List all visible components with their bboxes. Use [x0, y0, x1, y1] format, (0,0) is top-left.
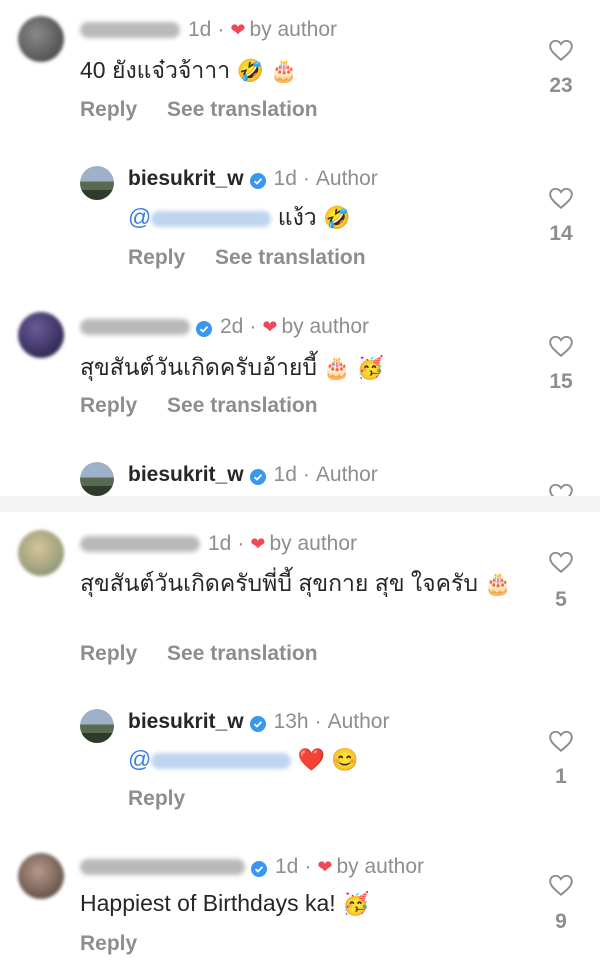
comment-text: สุขสันต์วันเกิดครับพี่บี้ สุขกาย สุข ใจค… [80, 570, 512, 596]
like-count: 5 [555, 588, 567, 611]
like-count: 23 [549, 74, 573, 97]
reply-button[interactable]: Reply [80, 932, 137, 955]
comment-meta: biesukrit_w 13h · Author [128, 710, 390, 734]
like-count: 15 [549, 370, 573, 393]
like-count: 14 [549, 222, 573, 245]
comment-actions: Reply [128, 787, 209, 811]
reply-button[interactable]: Reply [80, 642, 137, 665]
see-translation-button[interactable]: See translation [215, 246, 366, 269]
comment-actions: Reply See translation [80, 394, 342, 418]
comment-text: 40 ยังแจ๋วจ้าาา 🤣 🎂 [80, 57, 298, 83]
mention[interactable]: @ [128, 746, 292, 772]
liked-by-author-badge: by author [249, 18, 338, 41]
comment-meta: 1d · ❤ by author [80, 18, 337, 42]
heart-outline-icon [549, 39, 573, 62]
username[interactable]: biesukrit_w [128, 167, 244, 191]
comment-meta: 2d · ❤ by author [80, 315, 369, 339]
heart-icon: ❤ [250, 533, 266, 554]
mention[interactable]: @ [128, 204, 272, 230]
like-button[interactable] [546, 873, 576, 902]
comment-meta: biesukrit_w 1d · Author [128, 463, 378, 487]
timestamp: 1d [208, 532, 232, 555]
like-count: 1 [555, 765, 567, 788]
see-translation-button[interactable]: See translation [167, 98, 318, 121]
liked-by-author-badge: by author [336, 855, 425, 878]
like-count: 9 [555, 910, 567, 933]
timestamp: 1d [273, 167, 297, 190]
blurred-username[interactable] [80, 859, 245, 875]
like-button[interactable] [546, 334, 576, 363]
timestamp: 2d [220, 315, 244, 338]
timestamp: 1d [275, 855, 299, 878]
reply-button[interactable]: Reply [80, 98, 137, 121]
blurred-username[interactable] [80, 536, 200, 552]
comment-actions: Reply [80, 932, 161, 956]
heart-outline-icon [549, 187, 573, 210]
comment-meta: 1d · ❤ by author [80, 532, 357, 556]
blurred-username[interactable] [80, 22, 180, 38]
like-button[interactable] [546, 550, 576, 579]
comment-text: สุขสันต์วันเกิดครับอ้ายบี้ 🎂 🥳 [80, 354, 385, 380]
avatar[interactable] [80, 709, 114, 743]
username[interactable]: biesukrit_w [128, 710, 244, 734]
timestamp: 13h [273, 710, 309, 733]
username[interactable]: biesukrit_w [128, 463, 244, 487]
heart-outline-icon [549, 551, 573, 574]
verified-badge-icon [249, 171, 266, 189]
timestamp: 1d [188, 18, 212, 41]
see-translation-button[interactable]: See translation [167, 642, 318, 665]
heart-icon: ❤ [317, 856, 333, 877]
heart-outline-icon [549, 874, 573, 897]
verified-badge-icon [251, 859, 267, 877]
comment-actions: Reply See translation [80, 98, 342, 122]
liked-by-author-badge: by author [269, 532, 358, 555]
heart-icon: ❤ [262, 316, 278, 337]
liked-by-author-badge: by author [281, 315, 370, 338]
like-button[interactable] [546, 38, 576, 67]
author-label: Author [327, 710, 390, 733]
reply-button[interactable]: Reply [128, 787, 185, 810]
comment-text: @ แง้ว 🤣 [128, 204, 351, 230]
verified-badge-icon [249, 714, 266, 732]
avatar[interactable] [18, 853, 64, 899]
avatar[interactable] [18, 312, 64, 358]
reply-button[interactable]: Reply [128, 246, 185, 269]
avatar[interactable] [18, 530, 64, 576]
comment-actions: Reply See translation [80, 642, 342, 666]
like-button[interactable] [546, 186, 576, 215]
screenshot-divider [0, 496, 600, 512]
comment-actions: Reply See translation [128, 246, 390, 270]
avatar[interactable] [80, 166, 114, 200]
author-label: Author [315, 167, 378, 190]
timestamp: 1d [273, 463, 297, 486]
avatar[interactable] [18, 16, 64, 62]
verified-badge-icon [196, 319, 212, 337]
see-translation-button[interactable]: See translation [167, 394, 318, 417]
reply-button[interactable]: Reply [80, 394, 137, 417]
blurred-username[interactable] [80, 319, 190, 335]
author-label: Author [315, 463, 378, 486]
verified-badge-icon [249, 467, 266, 485]
comment-meta: biesukrit_w 1d · Author [128, 167, 378, 191]
avatar[interactable] [80, 462, 114, 496]
heart-outline-icon [549, 335, 573, 358]
comment-text: Happiest of Birthdays ka! 🥳 [80, 890, 370, 916]
heart-outline-icon [549, 730, 573, 753]
like-button[interactable] [546, 729, 576, 758]
heart-icon: ❤ [230, 19, 246, 40]
comment-text: @ ❤️ 😊 [128, 746, 359, 772]
comment-meta: 1d · ❤ by author [80, 855, 424, 879]
